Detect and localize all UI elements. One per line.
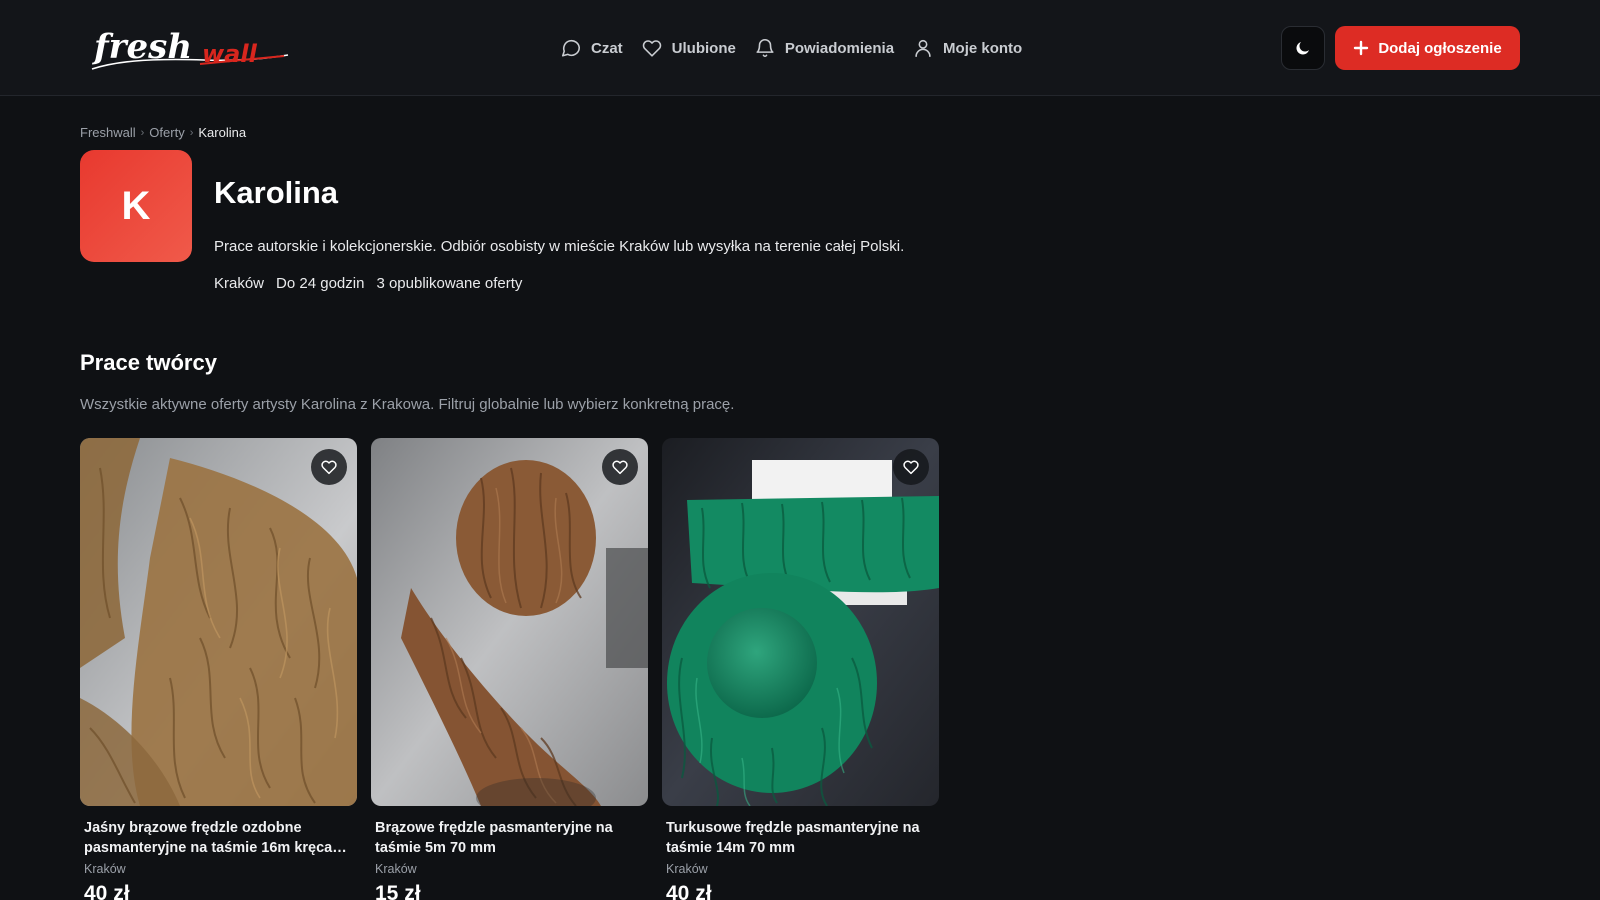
listing-location: Kraków	[666, 862, 708, 876]
breadcrumb-separator: ›	[140, 126, 145, 139]
listing-card[interactable]: Turkusowe frędzle pasmanteryjne na taśmi…	[662, 438, 939, 900]
theme-toggle-button[interactable]	[1281, 26, 1325, 70]
listing-image[interactable]	[371, 438, 648, 806]
bell-icon	[756, 39, 774, 58]
breadcrumb: Freshwall › Oferty › Karolina	[80, 125, 246, 140]
favorite-button[interactable]	[893, 449, 929, 485]
breadcrumb-home[interactable]: Freshwall	[80, 125, 136, 140]
listing-photo-turquoise-fringe	[662, 438, 939, 806]
section-title: Prace twórcy	[80, 350, 217, 375]
nav-account-label: Moje konto	[943, 39, 1023, 57]
heart-icon	[642, 40, 661, 57]
listing-title[interactable]: Jaśny brązowe frędzle ozdobne pasmantery…	[80, 818, 357, 858]
nav-favorites-label: Ulubione	[671, 39, 736, 57]
nav-chat-label: Czat	[591, 39, 623, 57]
freshwall-logo[interactable]: fresh wall	[84, 22, 290, 74]
listing-title[interactable]: Brązowe frędzle pasmanteryjne na taśmie …	[371, 818, 648, 858]
listing-price: 15 zł	[375, 882, 421, 900]
profile-meta: Kraków Do 24 godzin 3 opublikowane ofert…	[214, 275, 522, 292]
nav-favorites[interactable]: Ulubione	[641, 37, 736, 59]
listing-location: Kraków	[84, 862, 126, 876]
add-listing-button[interactable]: Dodaj ogłoszenie	[1335, 26, 1520, 70]
listing-price: 40 zł	[84, 882, 130, 900]
profile-city: Kraków	[214, 275, 265, 292]
profile-offers-count: 3 opublikowane oferty	[376, 275, 523, 292]
listing-card[interactable]: Jaśny brązowe frędzle ozdobne pasmantery…	[80, 438, 357, 900]
logo-graphic: fresh wall	[91, 27, 289, 70]
avatar: K	[80, 150, 192, 262]
breadcrumb-separator: ›	[189, 126, 194, 139]
moon-icon	[1296, 42, 1309, 55]
heart-icon	[612, 460, 628, 475]
profile-description: Prace autorskie i kolekcjonerskie. Odbió…	[214, 238, 905, 255]
nav-account[interactable]: Moje konto	[912, 37, 1022, 59]
top-header: fresh wall Czat Ulubione Powiadomienia M…	[0, 0, 1600, 96]
profile-response-time: Do 24 godzin	[276, 275, 365, 292]
listing-location: Kraków	[375, 862, 417, 876]
listing-title[interactable]: Turkusowe frędzle pasmanteryjne na taśmi…	[662, 818, 939, 858]
svg-text:fresh: fresh	[92, 27, 192, 67]
listing-image[interactable]	[662, 438, 939, 806]
heart-icon	[321, 460, 337, 475]
plus-icon	[1354, 40, 1369, 56]
breadcrumb-offers[interactable]: Oferty	[149, 125, 184, 140]
nav-notifications-label: Powiadomienia	[784, 39, 895, 57]
listing-image[interactable]	[80, 438, 357, 806]
profile-name: Karolina	[214, 175, 339, 210]
listing-card[interactable]: Brązowe frędzle pasmanteryjne na taśmie …	[371, 438, 648, 900]
section-subtitle: Wszystkie aktywne oferty artysty Karolin…	[80, 396, 735, 413]
listing-photo-light-brown-fringe	[80, 438, 357, 806]
heart-icon	[903, 460, 919, 475]
user-icon	[915, 39, 931, 58]
nav-notifications[interactable]: Powiadomienia	[754, 37, 894, 59]
add-listing-label: Dodaj ogłoszenie	[1378, 39, 1502, 57]
breadcrumb-current: Karolina	[198, 125, 247, 140]
favorite-button[interactable]	[602, 449, 638, 485]
nav-chat[interactable]: Czat	[560, 37, 623, 59]
listing-photo-brown-fringe	[371, 438, 648, 806]
favorite-button[interactable]	[311, 449, 347, 485]
main-nav: Czat Ulubione Powiadomienia Moje konto	[560, 0, 1022, 96]
listing-price: 40 zł	[666, 882, 712, 900]
chat-icon	[561, 39, 581, 57]
